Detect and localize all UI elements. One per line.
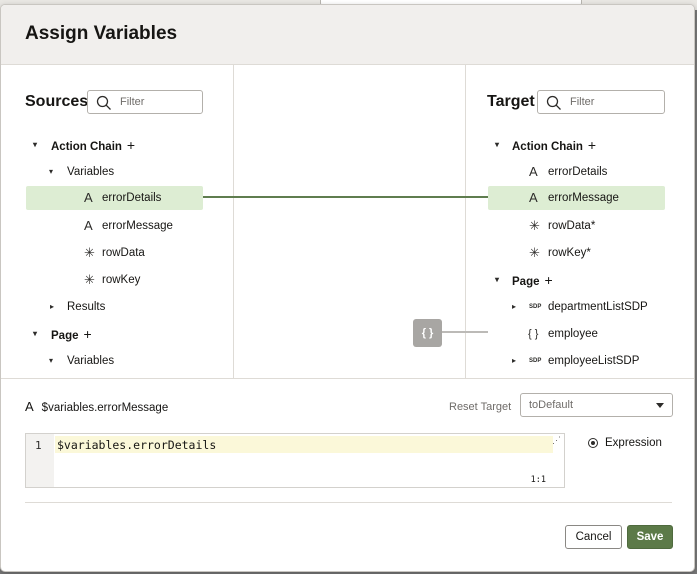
target-tree-rowdata[interactable]: ✳ rowData* [487,214,667,238]
expression-code[interactable]: $variables.errorDetails [57,438,216,452]
collapse-caret-icon[interactable]: ▾ [49,160,53,184]
cursor-position: 1:1 [530,475,546,485]
assign-variables-dialog: Assign Variables Sources Filter ▾ Action… [0,4,695,572]
search-icon [546,95,561,110]
sdp-icon: SDP [529,304,542,310]
collapse-caret-icon[interactable]: ▾ [49,349,53,373]
object-icon: { } [528,328,539,340]
tree-label: errorDetails [548,166,608,178]
sources-filter-input[interactable]: Filter [87,90,203,114]
save-button[interactable]: Save [627,525,673,549]
tree-label: employee [548,328,598,340]
any-type-icon: ✳ [84,272,95,287]
collapse-caret-icon[interactable]: ▾ [495,133,499,157]
filter-placeholder: Filter [120,96,145,108]
add-icon[interactable]: + [84,326,92,342]
cancel-button[interactable]: Cancel [565,525,622,549]
add-icon[interactable]: + [127,137,135,153]
target-path-label: $variables.errorMessage [41,402,169,414]
string-type-icon: A [529,190,538,205]
tree-label: Page [512,276,540,288]
tree-label: Variables [67,166,115,178]
target-title: Target [487,93,535,110]
expression-radio[interactable] [588,438,598,448]
tree-label: rowData [102,247,145,259]
dialog-title: Assign Variables [25,23,178,44]
target-tree-employeelistsdp[interactable]: ▸ SDP employeeListSDP [487,349,667,373]
object-mapping-line [442,331,488,333]
source-tree-page-variables[interactable]: ▾ Variables [25,349,205,373]
string-type-icon: A [529,164,538,179]
tree-label: rowKey* [548,247,591,259]
collapse-caret-icon[interactable]: ▾ [33,133,37,157]
tree-label: errorDetails [102,192,162,204]
target-tree-page[interactable]: ▾ Page + [487,268,667,292]
target-path: A $variables.errorMessage [25,399,168,414]
chevron-down-icon [656,403,664,408]
target-tree-employee[interactable]: { } employee [487,322,667,346]
string-type-icon: A [84,218,93,233]
source-tree-errordetails[interactable]: A errorDetails [26,186,203,210]
expand-caret-icon[interactable]: ▸ [50,295,54,319]
expand-caret-icon[interactable]: ▸ [512,349,516,373]
tree-label: Action Chain [51,141,122,153]
reset-target-select[interactable]: toDefault [520,393,673,417]
target-tree-errordetails[interactable]: A errorDetails [487,160,667,184]
sources-title: Sources [25,93,89,110]
any-type-icon: ✳ [84,245,95,260]
mapping-line[interactable] [203,196,488,198]
mapping-panes: Sources Filter ▾ Action Chain + ▾ Variabl… [1,65,694,379]
footer-divider [25,502,672,503]
target-filter-input[interactable]: Filter [537,90,665,114]
any-type-icon: ✳ [529,218,540,233]
target-tree-action-chain[interactable]: ▾ Action Chain + [487,133,667,157]
line-number: 1 [35,439,42,452]
tree-label: departmentListSDP [548,301,648,313]
collapse-caret-icon[interactable]: ▾ [33,322,37,346]
tree-label: Results [67,301,106,313]
string-type-icon: A [25,399,34,414]
tree-label: rowKey [102,274,141,286]
sdp-icon: SDP [529,358,542,364]
source-tree-rowdata[interactable]: ✳ rowData [25,241,205,265]
tree-label: errorMessage [548,192,619,204]
string-type-icon: A [84,190,93,205]
source-tree-action-chain[interactable]: ▾ Action Chain + [25,133,205,157]
tree-label: rowData* [548,220,596,232]
collapse-caret-icon[interactable]: ▾ [495,268,499,292]
tree-label: employeeListSDP [548,355,640,367]
expression-editor[interactable]: 1 $variables.errorDetails ⋰ 1:1 [25,433,565,488]
source-tree-errormessage[interactable]: A errorMessage [25,214,205,238]
search-icon [96,95,111,110]
expand-editor-icon[interactable]: ⋰ [552,435,561,446]
pane-divider-left [233,65,234,378]
reset-target-label: Reset Target [449,401,512,413]
source-tree-variables[interactable]: ▾ Variables [25,160,205,184]
source-tree-rowkey[interactable]: ✳ rowKey [25,268,205,292]
tree-label: Variables [67,355,115,367]
add-icon[interactable]: + [588,137,596,153]
add-icon[interactable]: + [545,272,553,288]
source-tree-results[interactable]: ▸ Results [25,295,205,319]
target-tree-rowkey[interactable]: ✳ rowKey* [487,241,667,265]
tree-label: Page [51,330,79,342]
source-tree-page[interactable]: ▾ Page + [25,322,205,346]
expression-radio-label[interactable]: Expression [605,437,662,449]
expand-caret-icon[interactable]: ▸ [512,295,516,319]
tree-label: Action Chain [512,141,583,153]
object-mapping-button[interactable]: { } [413,319,442,347]
target-tree-departmentlistsdp[interactable]: ▸ SDP departmentListSDP [487,295,667,319]
reset-target-value: toDefault [529,399,574,411]
filter-placeholder: Filter [570,96,595,108]
editor-gutter: 1 [26,434,54,487]
tree-label: errorMessage [102,220,173,232]
dialog-header: Assign Variables [1,5,694,65]
target-tree-errormessage[interactable]: A errorMessage [488,186,665,210]
any-type-icon: ✳ [529,245,540,260]
